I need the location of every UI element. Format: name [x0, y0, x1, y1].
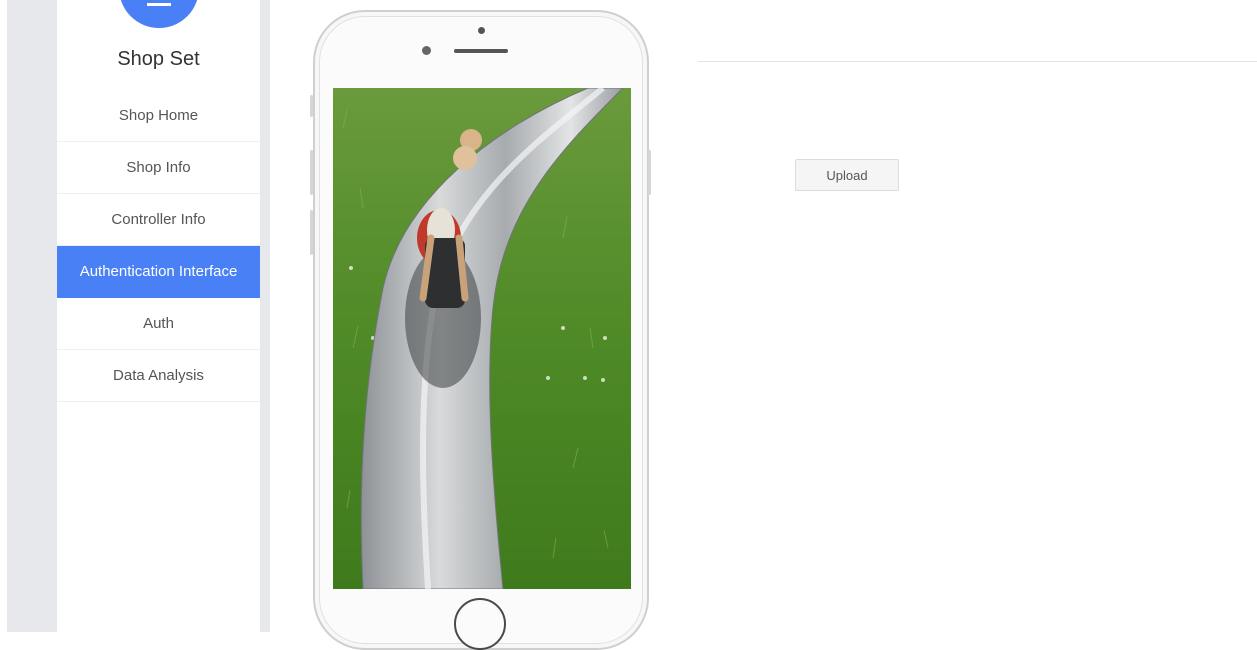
phone-sensor: [422, 46, 431, 55]
sidebar-nav: Shop Home Shop Info Controller Info Auth…: [57, 90, 260, 402]
phone-preview-image: [333, 88, 631, 589]
left-rail: [0, 0, 57, 632]
phone-volume-down: [310, 210, 313, 255]
sidebar-divider: [260, 0, 270, 632]
phone-mute-switch: [310, 95, 313, 117]
section-divider: [698, 61, 1257, 62]
phone-speaker: [454, 49, 508, 53]
left-gutter: [7, 0, 57, 632]
shop-title: Shop Set: [117, 48, 200, 70]
grass-slide-photo: [333, 88, 631, 589]
phone-volume-up: [310, 150, 313, 195]
sidebar-item-data-analysis[interactable]: Data Analysis: [57, 350, 260, 402]
shop-avatar: [119, 0, 199, 28]
sidebar-item-controller-info[interactable]: Controller Info: [57, 194, 260, 246]
sidebar-item-authentication-interface[interactable]: Authentication Interface: [57, 246, 260, 298]
sidebar-item-shop-info[interactable]: Shop Info: [57, 142, 260, 194]
shop-avatar-icon: [147, 0, 171, 6]
upload-button[interactable]: Upload: [795, 159, 899, 191]
sidebar: Shop Set Shop Home Shop Info Controller …: [57, 0, 260, 632]
phone-home-button: [454, 598, 506, 650]
sidebar-item-auth[interactable]: Auth: [57, 298, 260, 350]
phone-power-button: [648, 150, 651, 195]
phone-camera: [478, 27, 485, 34]
sidebar-item-shop-home[interactable]: Shop Home: [57, 90, 260, 142]
